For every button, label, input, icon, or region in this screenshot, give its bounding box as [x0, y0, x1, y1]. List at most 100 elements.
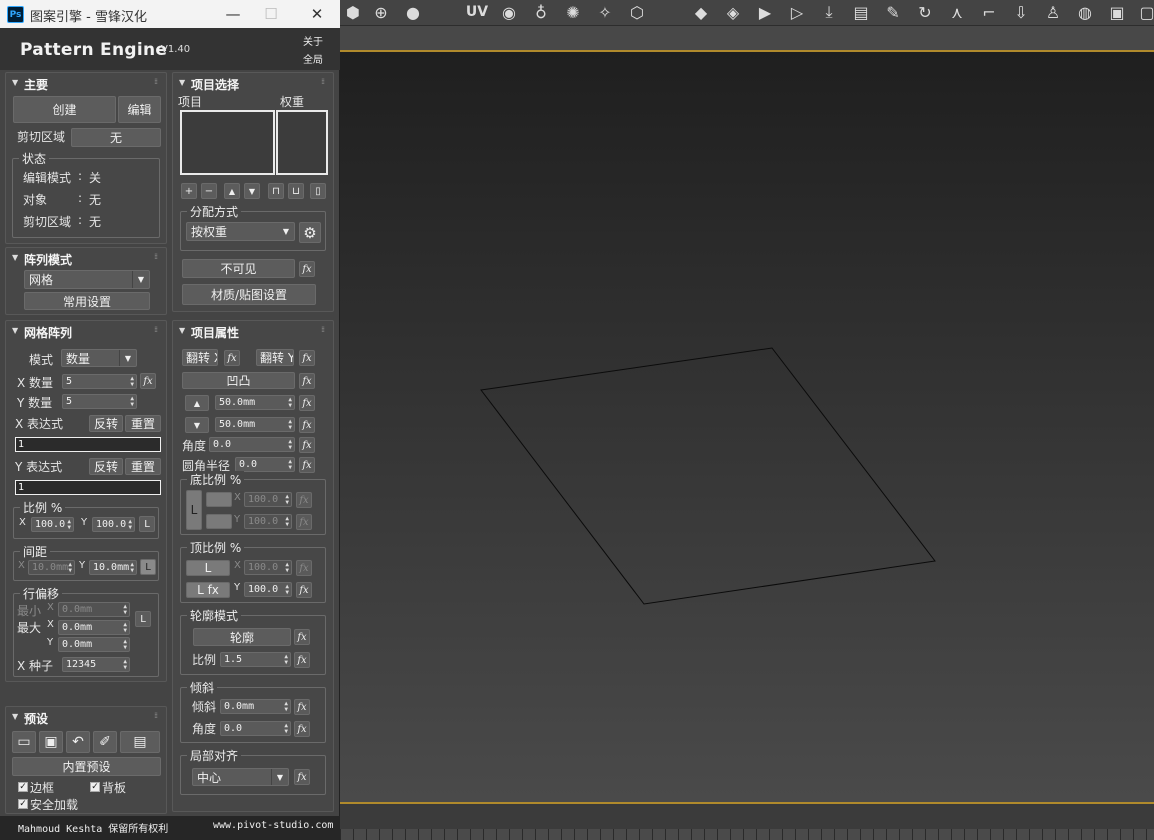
spinner-arrows-icon[interactable]: ▲ ▼: [123, 603, 127, 616]
spinner-arrows-icon[interactable]: ▲ ▼: [130, 561, 134, 574]
tilt-spinner[interactable]: 0.0mm ▲ ▼: [220, 699, 291, 714]
spinner-arrows-icon[interactable]: ▲ ▼: [288, 458, 292, 471]
trash-icon[interactable]: ▯: [310, 183, 326, 199]
scale-y-spinner[interactable]: 100.0 ▲ ▼: [92, 517, 135, 532]
folder-preset-icon[interactable]: ▤: [120, 731, 160, 753]
grip-icon[interactable]: ⁞⁞: [154, 252, 158, 261]
spinner-arrows-icon[interactable]: ▲ ▼: [130, 395, 134, 408]
distribution-dropdown[interactable]: 按权重 ▼: [186, 222, 295, 241]
align-fx-button[interactable]: fx: [294, 769, 310, 785]
bottom-scale-y-toggle[interactable]: [206, 514, 232, 529]
collapse-arrow-icon[interactable]: ▼: [12, 78, 18, 87]
clip-area-button[interactable]: 无: [71, 128, 161, 147]
scale-x-spinner[interactable]: 100.0 ▲ ▼: [31, 517, 74, 532]
sphere-icon[interactable]: ●: [400, 0, 426, 24]
grip-icon[interactable]: ⁞⁞: [154, 77, 158, 86]
save-icon[interactable]: ▣: [39, 731, 63, 753]
array-mode-dropdown[interactable]: 网格 ▼: [24, 270, 150, 289]
safe-load-checkbox[interactable]: ✓: [18, 799, 28, 809]
flip-x-fx-button[interactable]: fx: [224, 350, 240, 366]
height-down-spinner[interactable]: 50.0mm ▲ ▼: [215, 417, 295, 432]
about-link[interactable]: 关于: [303, 33, 323, 48]
unlock-icon[interactable]: ⊔: [288, 183, 304, 199]
border-checkbox[interactable]: ✓: [18, 782, 28, 792]
plane-object[interactable]: [480, 347, 936, 605]
align-dropdown[interactable]: 中心 ▼: [192, 768, 289, 786]
seed-spinner[interactable]: 12345 ▲ ▼: [62, 657, 130, 672]
tilt-angle-fx-button[interactable]: fx: [294, 721, 310, 737]
backboard-checkbox[interactable]: ✓: [90, 782, 100, 792]
collapse-arrow-icon[interactable]: ▼: [12, 712, 18, 721]
lower-icon[interactable]: ▼: [185, 417, 209, 433]
grip-icon[interactable]: ⁞⁞: [154, 325, 158, 334]
sphere-check-icon[interactable]: ◍: [1072, 0, 1098, 24]
grip-icon[interactable]: ⁞⁞: [321, 77, 325, 86]
spinner-arrows-icon[interactable]: ▲ ▼: [288, 396, 292, 409]
cube2-icon[interactable]: ▣: [1104, 0, 1130, 24]
axis-icon[interactable]: ⋏: [944, 0, 970, 24]
refresh-icon[interactable]: ↻: [912, 0, 938, 24]
bottom-scale-x-toggle[interactable]: [206, 492, 232, 507]
collapse-arrow-icon[interactable]: ▼: [12, 326, 18, 335]
uv-label[interactable]: UV: [464, 0, 490, 24]
spinner-arrows-icon[interactable]: ▲ ▼: [285, 583, 289, 596]
y-invert-button[interactable]: 反转: [89, 458, 123, 475]
grip-icon[interactable]: ⁞⁞: [154, 711, 158, 720]
close-icon[interactable]: ✕: [302, 3, 332, 25]
spinner-arrows-icon[interactable]: ▲ ▼: [67, 518, 71, 531]
spinner-arrows-icon[interactable]: ▲ ▼: [284, 700, 288, 713]
bulb-icon[interactable]: ♁: [528, 0, 554, 24]
add-icon[interactable]: +: [181, 183, 197, 199]
eye-icon[interactable]: ◉: [496, 0, 522, 24]
max-y-spinner[interactable]: 0.0mm ▲ ▼: [58, 637, 130, 652]
edit-button[interactable]: 编辑: [118, 96, 161, 123]
bottom-scale-x-fx-button[interactable]: fx: [296, 492, 312, 508]
x-invert-button[interactable]: 反转: [89, 415, 123, 432]
collapse-arrow-icon[interactable]: ▼: [12, 253, 18, 262]
undo-icon[interactable]: ↶: [66, 731, 90, 753]
spacing-lock-button[interactable]: L: [140, 559, 156, 575]
move-up-icon[interactable]: ▲: [224, 183, 240, 199]
top-scale-y-spinner[interactable]: 100.0 ▲ ▼: [244, 582, 292, 597]
viewport[interactable]: [340, 50, 1154, 804]
box-add-icon[interactable]: ◈: [720, 0, 746, 24]
create-button[interactable]: 创建: [13, 96, 116, 123]
spinner-arrows-icon[interactable]: ▲ ▼: [284, 722, 288, 735]
common-settings-button[interactable]: 常用设置: [24, 292, 150, 310]
sun-icon[interactable]: ✺: [560, 0, 586, 24]
invisible-button[interactable]: 不可见: [182, 259, 295, 278]
x-count-fx-button[interactable]: fx: [140, 373, 156, 389]
spinner-arrows-icon[interactable]: ▲ ▼: [285, 561, 289, 574]
pen-icon[interactable]: ✎: [880, 0, 906, 24]
collapse-arrow-icon[interactable]: ▼: [179, 326, 185, 335]
camera-add-icon[interactable]: ▷: [784, 0, 810, 24]
y-reset-button[interactable]: 重置: [125, 458, 161, 475]
spacing-y-spinner[interactable]: 10.0mm ▲ ▼: [89, 560, 137, 575]
outline-scale-fx-button[interactable]: fx: [294, 652, 310, 668]
fillet-fx-button[interactable]: fx: [299, 457, 315, 473]
x-reset-button[interactable]: 重置: [125, 415, 161, 432]
x-expr-input[interactable]: 1: [15, 437, 161, 452]
corner-icon[interactable]: ⌐: [976, 0, 1002, 24]
height-down-fx-button[interactable]: fx: [299, 417, 315, 433]
time-ruler[interactable]: [340, 829, 1154, 840]
spinner-arrows-icon[interactable]: ▲ ▼: [130, 375, 134, 388]
y-expr-input[interactable]: 1: [15, 480, 161, 495]
box-icon[interactable]: ◆: [688, 0, 714, 24]
spinner-arrows-icon[interactable]: ▲ ▼: [123, 638, 127, 651]
move-down-icon[interactable]: ▼: [244, 183, 260, 199]
bottom-scale-lock-button[interactable]: L: [186, 490, 202, 530]
lock-icon[interactable]: ⊓: [268, 183, 284, 199]
grip-icon[interactable]: ⁞⁞: [321, 325, 325, 334]
spacing-x-spinner[interactable]: 10.0mm ▲ ▼: [28, 560, 75, 575]
scale-lock-button[interactable]: L: [139, 516, 155, 532]
angle-fx-button[interactable]: fx: [299, 437, 315, 453]
weights-list[interactable]: [276, 110, 328, 175]
row-offset-lock-button[interactable]: L: [135, 611, 151, 627]
flip-y-button[interactable]: 翻转 Y: [256, 349, 294, 366]
top-scale-x-fx-button[interactable]: fx: [296, 560, 312, 576]
eyedropper-icon[interactable]: ✐: [93, 731, 117, 753]
cube-icon[interactable]: ⬡: [624, 0, 650, 24]
remove-icon[interactable]: −: [201, 183, 217, 199]
spot-icon[interactable]: ✧: [592, 0, 618, 24]
